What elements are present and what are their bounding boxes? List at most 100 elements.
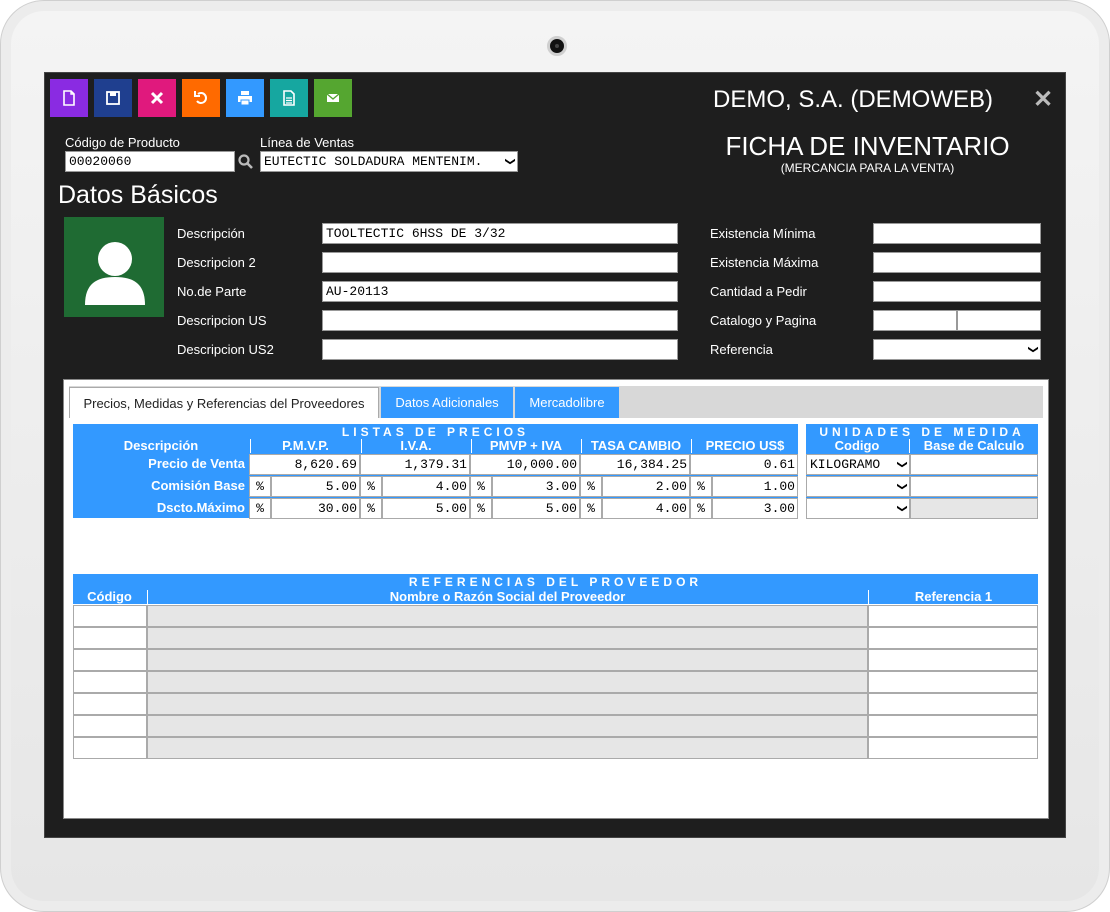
provider-codigo-cell[interactable]	[73, 737, 147, 759]
field-input[interactable]	[322, 281, 678, 302]
price-cell[interactable]: 0.61	[690, 454, 798, 475]
price-column-header: I.V.A.	[361, 439, 470, 453]
close-icon[interactable]: ✕	[1033, 85, 1053, 114]
provider-codigo-cell[interactable]	[73, 605, 147, 627]
price-cell[interactable]: 1.00	[712, 476, 798, 497]
provider-ref-cell[interactable]	[868, 649, 1038, 671]
provider-ref-cell[interactable]	[868, 627, 1038, 649]
percent-symbol: %	[249, 476, 271, 497]
provider-nombre-cell	[147, 715, 868, 737]
percent-symbol: %	[690, 498, 712, 519]
tab-bar: Precios, Medidas y Referencias del Prove…	[69, 386, 1043, 418]
provider-codigo-cell[interactable]	[73, 627, 147, 649]
field-input[interactable]	[322, 223, 678, 244]
report-button[interactable]	[270, 79, 308, 117]
price-cell[interactable]: 3.00	[492, 476, 580, 497]
price-column-header: Descripción	[73, 439, 249, 453]
price-cell[interactable]: 10,000.00	[470, 454, 580, 475]
unit-base-cell[interactable]	[910, 454, 1038, 475]
unit-codigo-select[interactable]: ❯	[806, 498, 910, 519]
codigo-input[interactable]	[65, 151, 235, 172]
field-input[interactable]	[873, 281, 1041, 302]
price-cell[interactable]: 5.00	[382, 498, 470, 519]
price-cell[interactable]: 5.00	[271, 476, 360, 497]
pagina-input[interactable]	[957, 310, 1041, 331]
provider-col-ref: Referencia 1	[868, 590, 1038, 604]
field-label: No.de Parte	[177, 284, 247, 299]
avatar[interactable]	[64, 217, 164, 317]
price-column-header: P.M.V.P.	[250, 439, 360, 453]
document-icon	[280, 89, 298, 107]
new-button[interactable]	[50, 79, 88, 117]
floppy-disk-icon	[104, 89, 122, 107]
price-cell[interactable]: 4.00	[382, 476, 470, 497]
provider-ref-cell[interactable]	[868, 737, 1038, 759]
provider-ref-cell[interactable]	[868, 715, 1038, 737]
search-icon[interactable]	[237, 153, 255, 171]
catalogo-input[interactable]	[873, 310, 957, 331]
units-col-codigo: Codigo	[806, 439, 908, 453]
field-label: Cantidad a Pedir	[710, 284, 807, 299]
field-input[interactable]	[873, 252, 1041, 273]
page-title: FICHA DE INVENTARIO	[725, 131, 1010, 161]
tab-precios[interactable]: Precios, Medidas y Referencias del Prove…	[69, 387, 379, 418]
provider-nombre-cell	[147, 737, 868, 759]
delete-button[interactable]	[138, 79, 176, 117]
unit-codigo-select[interactable]: ❯	[806, 476, 910, 497]
undo-icon	[192, 89, 210, 107]
linea-select[interactable]: EUTECTIC SOLDADURA MENTENIM. ❯	[260, 151, 518, 172]
field-label: Descripción	[177, 226, 245, 241]
print-button[interactable]	[226, 79, 264, 117]
x-icon	[148, 89, 166, 107]
provider-codigo-cell[interactable]	[73, 715, 147, 737]
provider-col-nombre: Nombre o Razón Social del Proveedor	[147, 590, 867, 604]
price-list-title: LISTAS DE PRECIOS	[73, 425, 798, 439]
provider-nombre-cell	[147, 605, 868, 627]
tab-mercadolibre[interactable]: Mercadolibre	[515, 387, 619, 418]
units-col-base: Base de Calculo	[909, 439, 1038, 453]
units-title: UNIDADES DE MEDIDA	[806, 425, 1038, 439]
field-input[interactable]	[322, 339, 678, 360]
unit-codigo-value: KILOGRAMO	[810, 457, 881, 472]
envelope-icon	[324, 89, 342, 107]
unit-base-cell	[910, 498, 1038, 519]
price-row-label: Comisión Base	[151, 478, 245, 493]
field-input[interactable]	[322, 310, 678, 331]
percent-symbol: %	[360, 476, 382, 497]
referencia-select[interactable]: ❯	[873, 339, 1041, 360]
field-label: Referencia	[710, 342, 773, 357]
provider-col-codigo: Código	[73, 590, 146, 604]
page-subtitle: (MERCANCIA PARA LA VENTA)	[780, 161, 955, 175]
tab-datos-adicionales[interactable]: Datos Adicionales	[381, 387, 513, 418]
provider-codigo-cell[interactable]	[73, 649, 147, 671]
field-label: Descripcion 2	[177, 255, 256, 270]
provider-ref-cell[interactable]	[868, 605, 1038, 627]
field-label: Existencia Máxima	[710, 255, 819, 270]
field-input[interactable]	[873, 223, 1041, 244]
save-button[interactable]	[94, 79, 132, 117]
price-cell[interactable]: 16,384.25	[580, 454, 690, 475]
unit-base-cell[interactable]	[910, 476, 1038, 497]
price-cell[interactable]: 5.00	[492, 498, 580, 519]
provider-codigo-cell[interactable]	[73, 671, 147, 693]
price-cell[interactable]: 30.00	[271, 498, 360, 519]
provider-ref-cell[interactable]	[868, 693, 1038, 715]
price-cell[interactable]: 1,379.31	[360, 454, 470, 475]
undo-button[interactable]	[182, 79, 220, 117]
unit-codigo-select[interactable]: KILOGRAMO ❯	[806, 454, 910, 475]
percent-symbol: %	[470, 498, 492, 519]
price-cell[interactable]: 3.00	[712, 498, 798, 519]
email-button[interactable]	[314, 79, 352, 117]
price-cell[interactable]: 2.00	[602, 476, 690, 497]
tab-panel: Precios, Medidas y Referencias del Prove…	[63, 379, 1049, 819]
provider-ref-cell[interactable]	[868, 671, 1038, 693]
price-cell[interactable]: 4.00	[602, 498, 690, 519]
provider-nombre-cell	[147, 693, 868, 715]
percent-symbol: %	[690, 476, 712, 497]
codigo-label: Código de Producto	[65, 135, 180, 150]
field-input[interactable]	[322, 252, 678, 273]
provider-refs-title: REFERENCIAS DEL PROVEEDOR	[73, 575, 1038, 589]
price-row-label: Precio de Venta	[148, 456, 245, 471]
price-cell[interactable]: 8,620.69	[249, 454, 360, 475]
provider-codigo-cell[interactable]	[73, 693, 147, 715]
